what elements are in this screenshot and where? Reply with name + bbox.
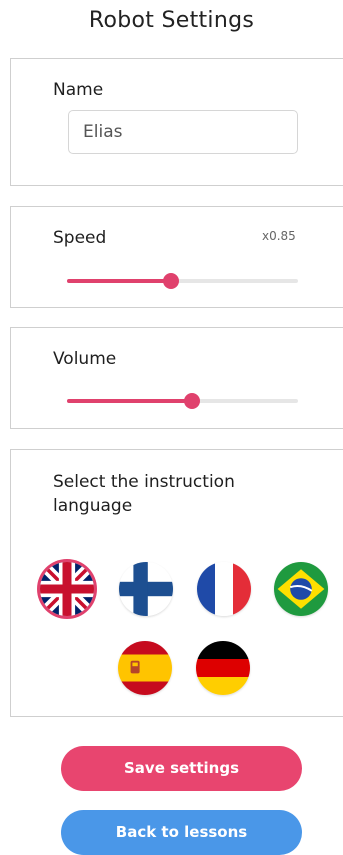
slider-thumb[interactable] xyxy=(162,273,179,289)
france-flag-icon[interactable] xyxy=(197,562,251,616)
volume-label: Volume xyxy=(53,349,117,369)
germany-flag-icon[interactable] xyxy=(196,641,250,695)
slider-thumb[interactable] xyxy=(183,393,200,409)
spain-flag-icon[interactable] xyxy=(118,641,172,695)
brazil-flag-icon[interactable] xyxy=(274,562,328,616)
back-to-lessons-button[interactable]: Back to lessons xyxy=(61,810,302,855)
name-card: Name xyxy=(10,58,343,186)
uk-flag-icon[interactable] xyxy=(40,562,94,616)
slider-fill xyxy=(67,399,192,403)
volume-card: Volume xyxy=(10,327,343,429)
page-title: Robot Settings xyxy=(88,8,255,33)
language-label: Select the instruction language xyxy=(53,472,235,516)
speed-multiplier: x0.85 xyxy=(262,229,296,243)
name-label: Name xyxy=(53,80,104,100)
speed-card: Speed x0.85 xyxy=(10,206,343,308)
speed-slider[interactable] xyxy=(67,269,298,293)
speed-label: Speed xyxy=(53,228,107,248)
volume-slider[interactable] xyxy=(67,389,298,413)
name-input[interactable] xyxy=(68,110,298,154)
slider-fill xyxy=(67,279,171,283)
language-card: Select the instruction language xyxy=(10,449,343,717)
save-settings-button[interactable]: Save settings xyxy=(61,746,302,791)
finland-flag-icon[interactable] xyxy=(119,562,173,616)
